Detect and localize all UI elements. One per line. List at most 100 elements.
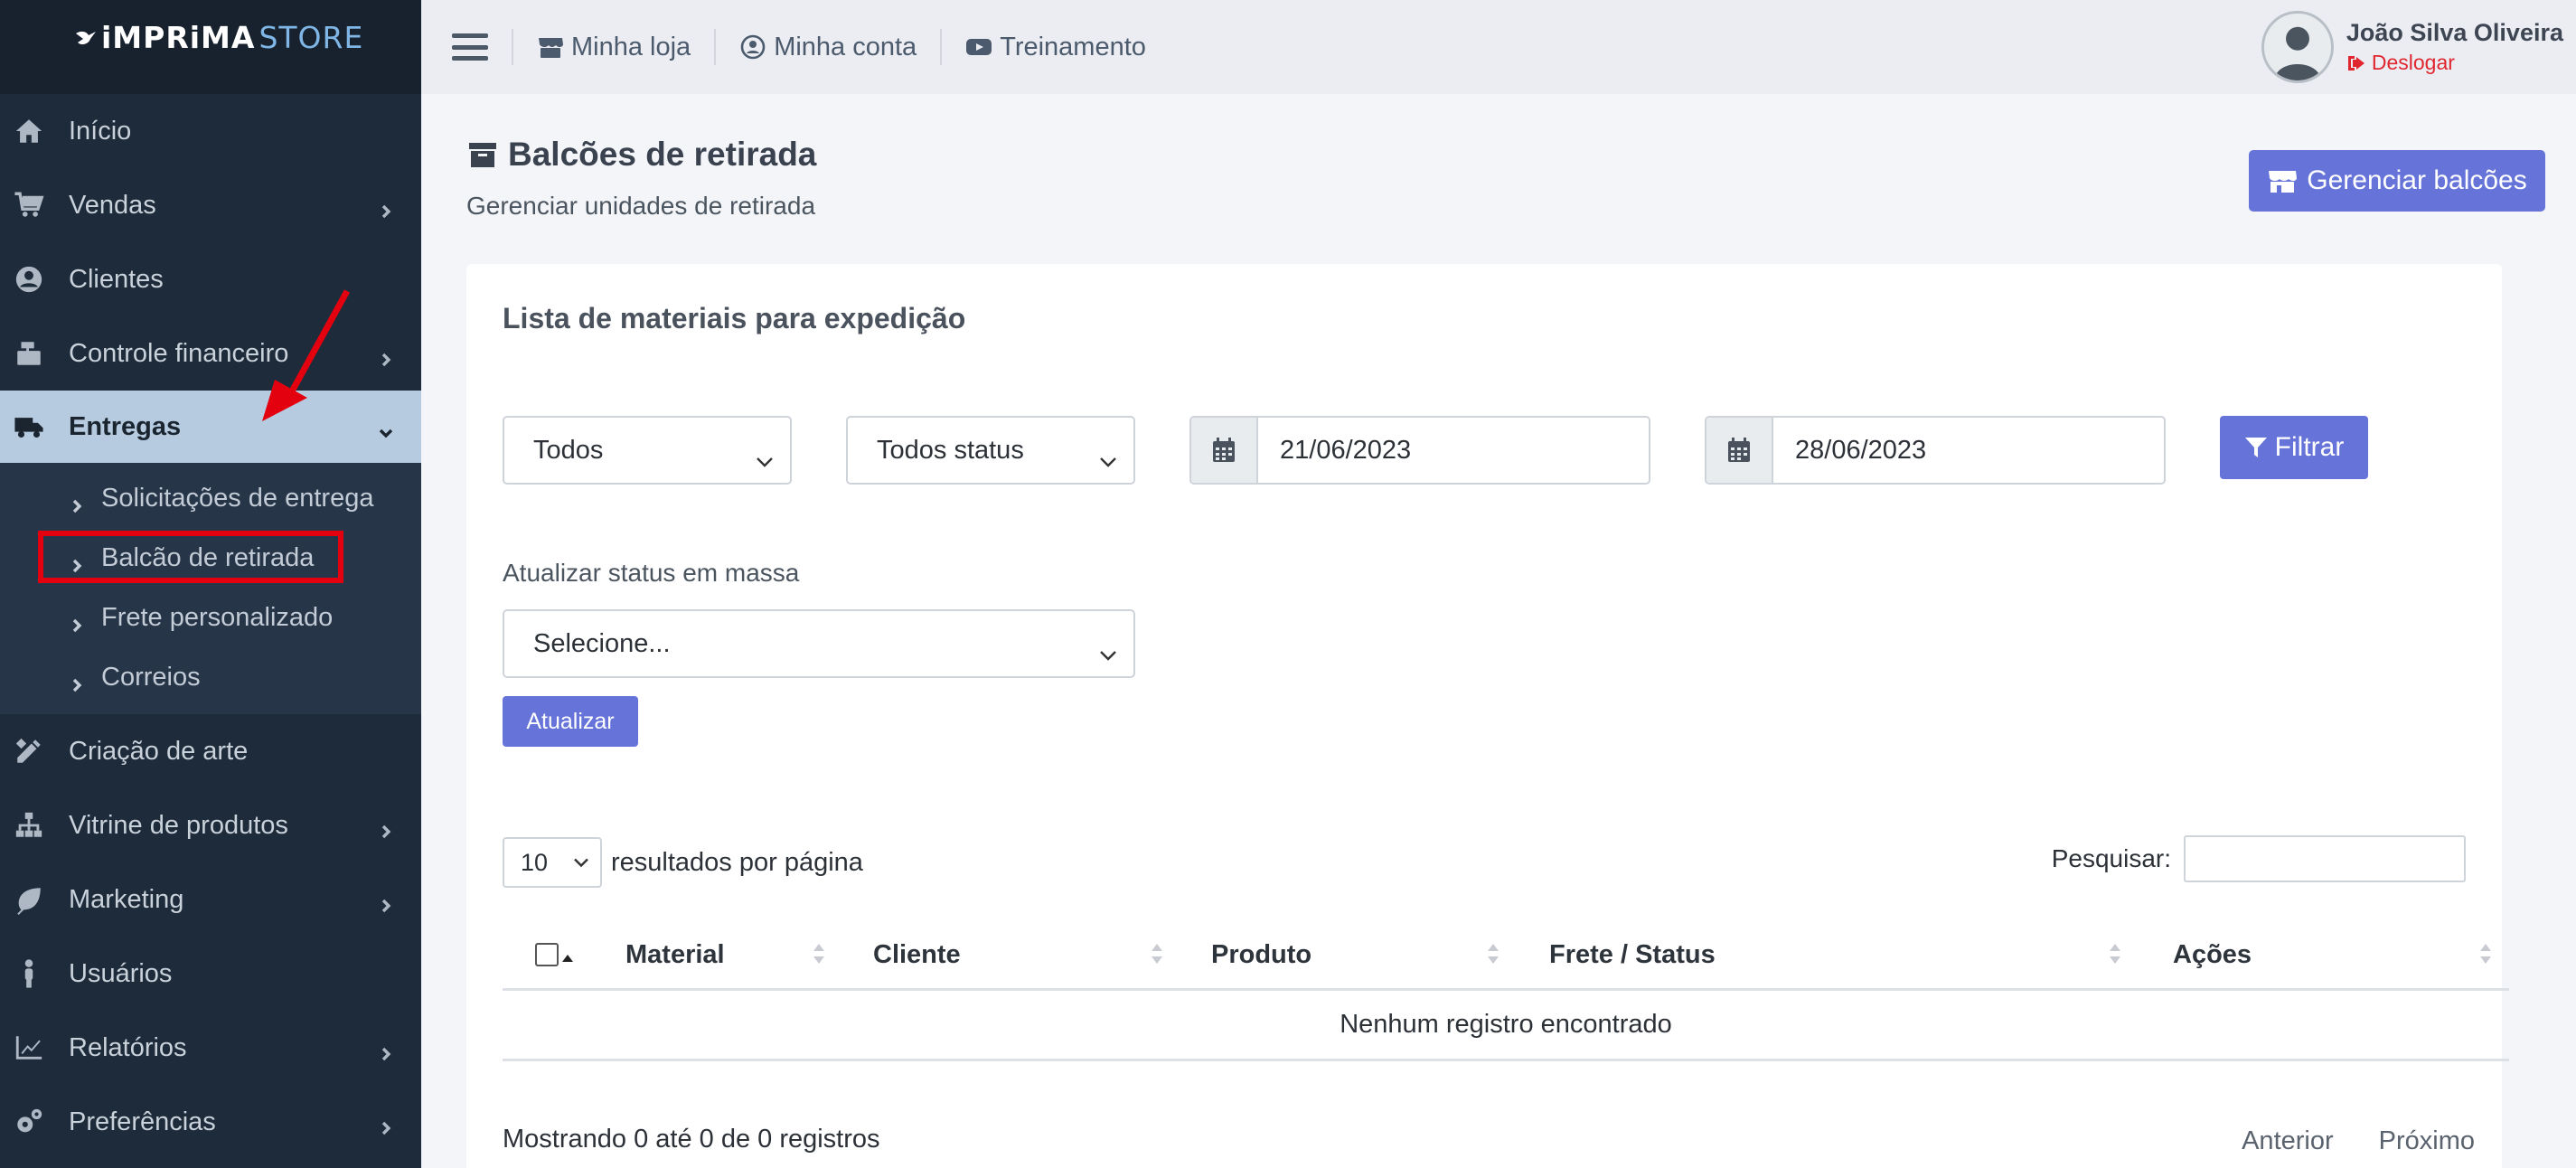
chevron-right-icon xyxy=(378,1114,394,1135)
previous-page-button[interactable]: Anterior xyxy=(2242,1126,2334,1156)
chevron-right-icon xyxy=(378,891,394,913)
page-length-control: 10 resultados por página xyxy=(503,837,863,888)
sidebar-item-usuarios[interactable]: Usuários xyxy=(0,937,421,1011)
shipping-materials-card: Lista de materiais para expedição Todos … xyxy=(466,264,2509,1168)
sidebar-item-label: Marketing xyxy=(69,884,184,914)
link-label: Minha conta xyxy=(774,32,917,61)
filter-button[interactable]: Filtrar xyxy=(2220,416,2368,479)
submenu-entregas: Solicitações de entrega Balcão de retira… xyxy=(0,463,421,714)
chart-line-icon xyxy=(13,1031,45,1064)
sort-icon xyxy=(2110,942,2120,965)
chevron-down-icon xyxy=(573,858,589,868)
annotation-arrow-icon xyxy=(262,289,351,421)
table-info: Mostrando 0 até 0 de 0 registros xyxy=(503,1125,880,1154)
column-material[interactable]: Material xyxy=(625,918,725,991)
submenu-item-label: Frete personalizado xyxy=(101,602,334,632)
sidebar-item-label: Vendas xyxy=(69,190,156,220)
column-cliente[interactable]: Cliente xyxy=(873,918,961,991)
card-title: Lista de materiais para expedição xyxy=(503,302,966,334)
page-length-select[interactable]: 10 xyxy=(503,837,602,888)
sidebar: iMPRiMA STORE Início Vendas Clientes Cont… xyxy=(0,0,421,1168)
manage-counters-button[interactable]: Gerenciar balcões xyxy=(2249,150,2545,212)
column-frete-status[interactable]: Frete / Status xyxy=(1549,918,1716,991)
sitemap-icon xyxy=(13,809,45,842)
sort-icon xyxy=(2480,942,2491,965)
page-title-text: Balcões de retirada xyxy=(508,136,817,173)
submenu-item-solicitacoes[interactable]: Solicitações de entrega xyxy=(0,468,421,528)
logout-link[interactable]: Deslogar xyxy=(2346,51,2563,75)
sort-icon xyxy=(1488,942,1499,965)
brand-name: iMPRiMA xyxy=(101,20,256,55)
next-page-button[interactable]: Próximo xyxy=(2379,1126,2475,1156)
date-from-field[interactable]: 21/06/2023 xyxy=(1189,416,1650,485)
chevron-right-icon xyxy=(378,197,394,219)
mass-update-label: Atualizar status em massa xyxy=(503,559,800,587)
divider xyxy=(940,29,943,65)
column-acoes[interactable]: Ações xyxy=(2173,918,2252,991)
divider xyxy=(512,29,513,65)
brand-logo[interactable]: iMPRiMA STORE xyxy=(0,0,421,94)
chevron-down-icon xyxy=(378,419,394,438)
date-from-value: 21/06/2023 xyxy=(1280,435,1412,465)
sidebar-item-label: Usuários xyxy=(69,958,173,988)
manage-counters-label: Gerenciar balcões xyxy=(2307,165,2527,195)
search-input[interactable] xyxy=(2184,835,2466,882)
leaf-icon xyxy=(13,883,45,916)
chevron-right-icon xyxy=(71,491,85,513)
gears-icon xyxy=(13,1106,45,1138)
topbar: Minha loja Minha conta Treinamento João … xyxy=(421,0,2576,94)
chevron-right-icon xyxy=(378,345,394,367)
sidebar-item-label: Relatórios xyxy=(69,1032,187,1062)
sidebar-item-label: Preferências xyxy=(69,1107,216,1136)
calendar-icon xyxy=(1706,418,1773,483)
sort-icon xyxy=(1152,942,1162,965)
table-header: Material Cliente Produto Frete / Status … xyxy=(503,918,2509,991)
select-all-checkbox[interactable] xyxy=(535,918,559,991)
truck-icon xyxy=(13,410,45,443)
chevron-down-icon xyxy=(1099,638,1117,661)
status-select-value: Todos status xyxy=(877,435,1024,465)
sidebar-item-criacao-arte[interactable]: Criação de arte xyxy=(0,714,421,788)
calendar-icon xyxy=(1191,418,1258,483)
pencil-ruler-icon xyxy=(13,735,45,768)
type-select[interactable]: Todos xyxy=(503,416,792,485)
sidebar-item-relatorios[interactable]: Relatórios xyxy=(0,1011,421,1085)
chevron-down-icon xyxy=(756,445,774,467)
page-length-value: 10 xyxy=(521,848,549,876)
sidebar-item-vendas[interactable]: Vendas xyxy=(0,168,421,242)
sign-out-icon xyxy=(2347,55,2364,71)
hamburger-menu-icon[interactable] xyxy=(452,33,488,61)
link-minha-conta[interactable]: Minha conta xyxy=(739,33,917,62)
sidebar-item-vitrine[interactable]: Vitrine de produtos xyxy=(0,788,421,862)
column-produto[interactable]: Produto xyxy=(1211,918,1312,991)
submenu-item-correios[interactable]: Correios xyxy=(0,647,421,707)
box-icon xyxy=(469,143,496,167)
user-circle-icon xyxy=(740,34,766,60)
search-control: Pesquisar: xyxy=(2052,835,2466,882)
avatar[interactable] xyxy=(2261,11,2334,83)
cart-icon xyxy=(13,189,45,221)
page-subtitle: Gerenciar unidades de retirada xyxy=(466,192,816,220)
submenu-item-label: Correios xyxy=(101,662,201,692)
submenu-item-label: Solicitações de entrega xyxy=(101,483,374,513)
sidebar-item-inicio[interactable]: Início xyxy=(0,94,421,168)
sidebar-item-preferencias[interactable]: Preferências xyxy=(0,1085,421,1159)
store-icon xyxy=(539,38,563,58)
sidebar-item-label: Entregas xyxy=(69,411,182,441)
user-circle-icon xyxy=(13,263,45,296)
sidebar-nav: Início Vendas Clientes Controle financei… xyxy=(0,94,421,1159)
chevron-down-icon xyxy=(1099,445,1117,467)
link-treinamento[interactable]: Treinamento xyxy=(965,33,1146,62)
empty-table-row: Nenhum registro encontrado xyxy=(503,991,2509,1061)
chevron-right-icon xyxy=(71,670,85,692)
link-minha-loja[interactable]: Minha loja xyxy=(537,33,691,62)
link-label: Minha loja xyxy=(571,32,691,61)
submenu-item-frete[interactable]: Frete personalizado xyxy=(0,588,421,647)
sidebar-item-marketing[interactable]: Marketing xyxy=(0,862,421,937)
status-select[interactable]: Todos status xyxy=(846,416,1135,485)
mass-status-select[interactable]: Selecione... xyxy=(503,609,1135,678)
date-to-field[interactable]: 28/06/2023 xyxy=(1705,416,2166,485)
sort-asc-icon xyxy=(562,942,573,965)
update-button[interactable]: Atualizar xyxy=(503,696,638,747)
user-avatar-icon xyxy=(2273,26,2321,80)
